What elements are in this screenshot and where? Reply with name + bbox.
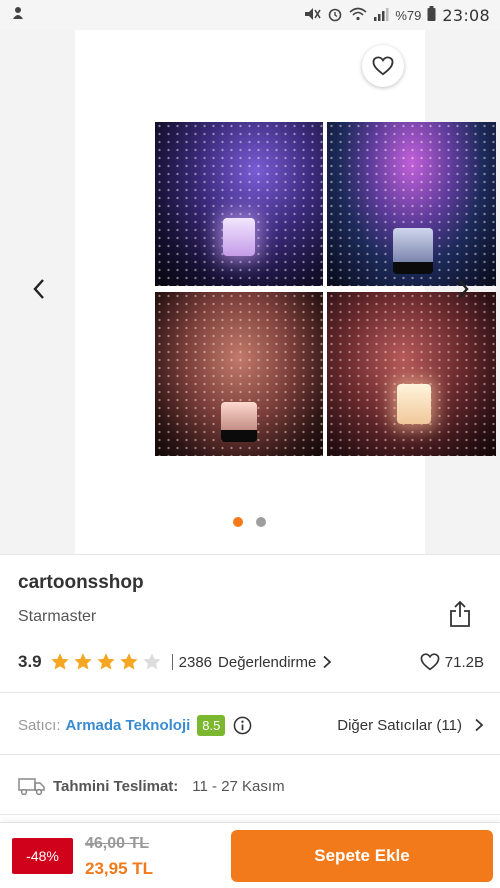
heart-icon <box>420 653 440 671</box>
previous-image-button[interactable] <box>24 274 54 304</box>
favorite-count-button[interactable]: 71.2B <box>420 653 484 671</box>
star-filled-icon <box>50 653 69 670</box>
truck-icon <box>18 778 45 796</box>
star-empty-icon <box>142 653 161 670</box>
add-to-cart-button[interactable]: Sepete Ekle <box>231 830 493 882</box>
rating-value: 3.9 <box>18 652 42 671</box>
product-title: Starmaster <box>18 608 97 625</box>
notification-icon <box>10 5 30 25</box>
product-photo-pink <box>155 292 323 456</box>
battery-text: %79 <box>395 7 422 23</box>
status-icons: %79 23:08 <box>303 6 490 25</box>
heart-icon <box>372 56 394 76</box>
star-rating <box>50 652 162 672</box>
info-icon[interactable] <box>233 716 252 735</box>
discount-badge: -48% <box>12 838 73 874</box>
chevron-right-icon <box>475 718 484 732</box>
review-count[interactable]: 2386 <box>179 654 212 671</box>
rating-row: 3.9 2386 Değerlendirme 71.2B <box>18 650 484 674</box>
alarm-icon <box>327 6 343 25</box>
seller-link[interactable]: Armada Teknoloji <box>66 717 191 734</box>
old-price: 46,00 TL <box>85 835 150 852</box>
chevron-left-icon <box>33 279 44 299</box>
chevron-right-icon[interactable] <box>322 655 332 669</box>
product-photo-red <box>327 292 496 456</box>
bottom-purchase-bar: -48% 46,00 TL 23,95 TL Sepete Ekle <box>0 822 500 888</box>
reviews-link[interactable]: Değerlendirme <box>218 654 316 671</box>
favorite-count: 71.2B <box>444 653 484 671</box>
product-image-gallery[interactable] <box>0 30 500 554</box>
pagination-dot-1[interactable] <box>233 517 243 527</box>
mute-icon <box>303 6 322 25</box>
status-bar: %79 23:08 <box>0 0 500 30</box>
pagination-dot-2[interactable] <box>256 517 266 527</box>
favorite-button[interactable] <box>362 45 404 87</box>
other-sellers-label: Diğer Satıcılar (11) <box>337 716 462 734</box>
next-image-button[interactable] <box>448 274 478 304</box>
current-price: 23,95 TL <box>85 859 154 878</box>
wifi-icon <box>349 7 367 24</box>
share-icon <box>450 600 470 627</box>
seller-score-badge: 8.5 <box>197 714 226 736</box>
signal-icon <box>373 7 389 24</box>
store-name[interactable]: cartoonsshop <box>18 572 144 594</box>
gallery-image-page[interactable] <box>75 30 496 554</box>
product-photo-purple <box>155 122 323 286</box>
star-filled-icon <box>96 653 115 670</box>
product-photo-blue <box>327 122 496 286</box>
delivery-row: Tahmini Teslimat: 11 - 27 Kasım <box>18 774 484 798</box>
battery-icon <box>427 6 436 24</box>
chevron-right-icon <box>458 279 469 299</box>
star-filled-icon <box>73 653 92 670</box>
divider <box>171 654 173 670</box>
share-button[interactable] <box>448 600 474 630</box>
delivery-label: Tahmini Teslimat: <box>53 777 179 795</box>
other-sellers-link[interactable]: Diğer Satıcılar (11) <box>337 717 484 734</box>
delivery-date: 11 - 27 Kasım <box>192 777 285 795</box>
clock: 23:08 <box>442 5 490 25</box>
star-filled-icon <box>119 653 138 670</box>
pagination-dots <box>233 517 266 527</box>
seller-row: Satıcı: Armada Teknoloji 8.5 Diğer Satıc… <box>18 712 484 738</box>
seller-label: Satıcı: <box>18 716 61 734</box>
